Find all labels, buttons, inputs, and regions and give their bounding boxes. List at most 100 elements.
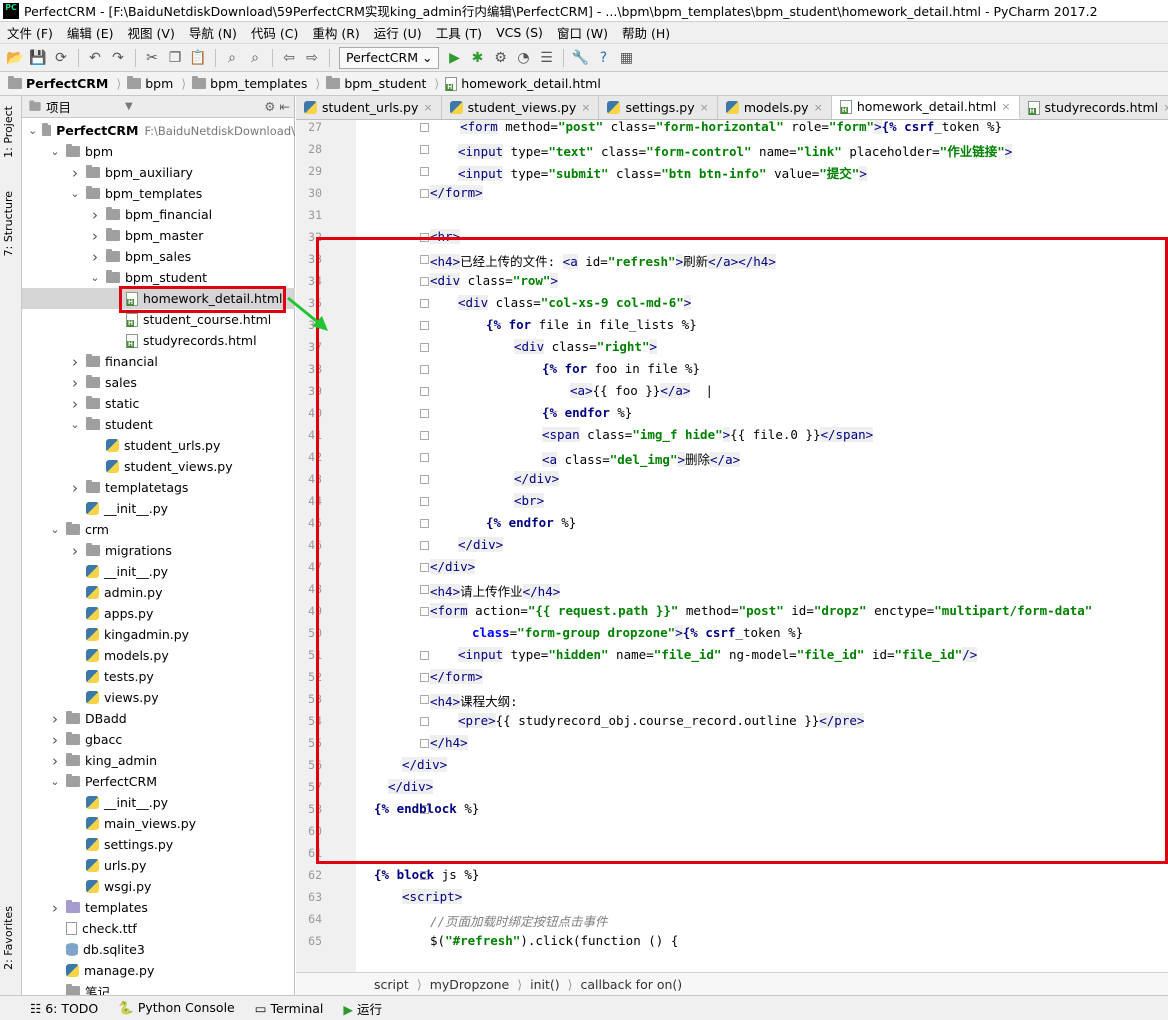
close-icon[interactable]: ×: [1163, 101, 1168, 114]
breadcrumb-item-0[interactable]: PerfectCRM ⟩: [8, 76, 127, 91]
tree-item[interactable]: kingadmin.py: [22, 624, 295, 645]
cut-icon[interactable]: ✂: [141, 47, 163, 69]
collapsed-arrow-icon[interactable]: ›: [68, 374, 82, 392]
project-panel-title[interactable]: 项目: [46, 97, 71, 116]
collapsed-arrow-icon[interactable]: ›: [88, 248, 102, 266]
tree-item[interactable]: ⌄ bpm_student: [22, 267, 295, 288]
menu-item-1[interactable]: 编辑 (E): [60, 23, 121, 42]
tree-item[interactable]: › templates: [22, 897, 295, 918]
fold-marker-icon[interactable]: [420, 167, 429, 176]
fold-marker-icon[interactable]: [420, 277, 429, 286]
collapsed-arrow-icon[interactable]: ›: [48, 731, 62, 749]
fold-marker-icon[interactable]: [420, 123, 429, 132]
project-tool-tab[interactable]: 1: Project: [2, 106, 15, 158]
expanded-arrow-icon[interactable]: ⌄: [68, 418, 82, 431]
collapsed-arrow-icon[interactable]: ›: [48, 710, 62, 728]
expanded-arrow-icon[interactable]: ⌄: [68, 187, 82, 200]
expanded-arrow-icon[interactable]: ⌄: [88, 271, 102, 284]
expanded-arrow-icon[interactable]: ⌄: [48, 523, 62, 536]
menu-item-10[interactable]: 帮助 (H): [615, 23, 677, 42]
dropdown-arrow-icon[interactable]: ▼: [125, 101, 133, 112]
tree-item[interactable]: __init__.py: [22, 498, 295, 519]
collapsed-arrow-icon[interactable]: ›: [68, 479, 82, 497]
menu-item-0[interactable]: 文件 (F): [0, 23, 60, 42]
fold-marker-icon[interactable]: [420, 189, 429, 198]
tree-item[interactable]: ⌄ crm: [22, 519, 295, 540]
fold-marker-icon[interactable]: [420, 541, 429, 550]
tree-item[interactable]: › bpm_sales: [22, 246, 295, 267]
fold-marker-icon[interactable]: [420, 475, 429, 484]
editor-tab-4[interactable]: homework_detail.html ×: [831, 96, 1020, 119]
editor-tab-5[interactable]: studyrecords.html ×: [1020, 96, 1168, 119]
breadcrumb-item-2[interactable]: bpm_templates ⟩: [192, 76, 326, 91]
tree-item[interactable]: main_views.py: [22, 813, 295, 834]
fold-marker-icon[interactable]: [420, 585, 429, 594]
fold-marker-icon[interactable]: [420, 409, 429, 418]
tree-item[interactable]: settings.py: [22, 834, 295, 855]
run-config-select[interactable]: PerfectCRM ⌄: [339, 46, 440, 69]
undo-icon[interactable]: ↶: [84, 47, 106, 69]
help-icon[interactable]: ?: [592, 47, 614, 69]
tree-item[interactable]: ⌄ bpm_templates: [22, 183, 295, 204]
bottom-tab-1[interactable]: 🐍 Python Console: [118, 1000, 234, 1016]
tree-item[interactable]: views.py: [22, 687, 295, 708]
menu-item-5[interactable]: 重构 (R): [305, 23, 366, 42]
tree-item[interactable]: › sales: [22, 372, 295, 393]
collapsed-arrow-icon[interactable]: ›: [88, 227, 102, 245]
fold-marker-icon[interactable]: [420, 233, 429, 242]
tree-item[interactable]: ⌄ PerfectCRM F:\BaiduNetdiskDownload\: [22, 120, 295, 141]
profile-icon[interactable]: ◔: [512, 47, 534, 69]
gear-icon[interactable]: ⚙: [264, 99, 275, 114]
structure-crumb-0[interactable]: script: [374, 977, 417, 992]
breadcrumb-item-1[interactable]: bpm ⟩: [127, 76, 192, 91]
fold-marker-icon[interactable]: [420, 145, 429, 154]
tree-item[interactable]: › bpm_auxiliary: [22, 162, 295, 183]
tree-item[interactable]: check.ttf: [22, 918, 295, 939]
bottom-tab-0[interactable]: ☷ 6: TODO: [30, 1001, 98, 1016]
structure-tool-tab[interactable]: 7: Structure: [2, 191, 15, 256]
bottom-tab-2[interactable]: ▭ Terminal: [255, 1001, 324, 1016]
collapsed-arrow-icon[interactable]: ›: [68, 164, 82, 182]
structure-crumb-1[interactable]: myDropzone: [430, 977, 517, 992]
fold-marker-icon[interactable]: [420, 365, 429, 374]
expanded-arrow-icon[interactable]: ⌄: [28, 124, 38, 137]
menu-item-8[interactable]: VCS (S): [489, 25, 550, 40]
menu-item-4[interactable]: 代码 (C): [244, 23, 305, 42]
tree-item[interactable]: admin.py: [22, 582, 295, 603]
tree-item[interactable]: › bpm_master: [22, 225, 295, 246]
fold-marker-icon[interactable]: [420, 299, 429, 308]
tree-item[interactable]: student_course.html: [22, 309, 295, 330]
tree-item[interactable]: homework_detail.html: [22, 288, 295, 309]
fold-marker-icon[interactable]: [420, 607, 429, 616]
sync-icon[interactable]: ⟳: [50, 47, 72, 69]
expanded-arrow-icon[interactable]: ⌄: [48, 145, 62, 158]
tree-item[interactable]: › static: [22, 393, 295, 414]
fold-marker-icon[interactable]: [420, 519, 429, 528]
editor-tab-1[interactable]: student_views.py ×: [442, 96, 600, 119]
tree-item[interactable]: ⌄ PerfectCRM: [22, 771, 295, 792]
settings-icon[interactable]: 🔧: [569, 47, 591, 69]
menu-item-6[interactable]: 运行 (U): [367, 23, 429, 42]
forward-icon[interactable]: ⇨: [301, 47, 323, 69]
fold-marker-icon[interactable]: [420, 431, 429, 440]
collapsed-arrow-icon[interactable]: ›: [68, 395, 82, 413]
editor-tab-2[interactable]: settings.py ×: [599, 96, 718, 119]
tree-item[interactable]: wsgi.py: [22, 876, 295, 897]
tree-item[interactable]: ⌄ bpm: [22, 141, 295, 162]
menu-item-7[interactable]: 工具 (T): [429, 23, 489, 42]
close-icon[interactable]: ×: [814, 101, 823, 114]
debug-icon[interactable]: ✱: [466, 47, 488, 69]
close-icon[interactable]: ×: [581, 101, 590, 114]
tree-item[interactable]: studyrecords.html: [22, 330, 295, 351]
editor-tab-3[interactable]: models.py ×: [718, 96, 832, 119]
collapsed-arrow-icon[interactable]: ›: [48, 752, 62, 770]
tree-item[interactable]: › templatetags: [22, 477, 295, 498]
collapsed-arrow-icon[interactable]: ›: [68, 353, 82, 371]
fold-marker-icon[interactable]: [420, 563, 429, 572]
tree-item[interactable]: __init__.py: [22, 561, 295, 582]
breadcrumb-item-3[interactable]: bpm_student ⟩: [326, 76, 445, 91]
tree-item[interactable]: manage.py: [22, 960, 295, 981]
redo-icon[interactable]: ↷: [107, 47, 129, 69]
tree-item[interactable]: › king_admin: [22, 750, 295, 771]
breadcrumb-item-4[interactable]: homework_detail.html: [445, 76, 607, 91]
